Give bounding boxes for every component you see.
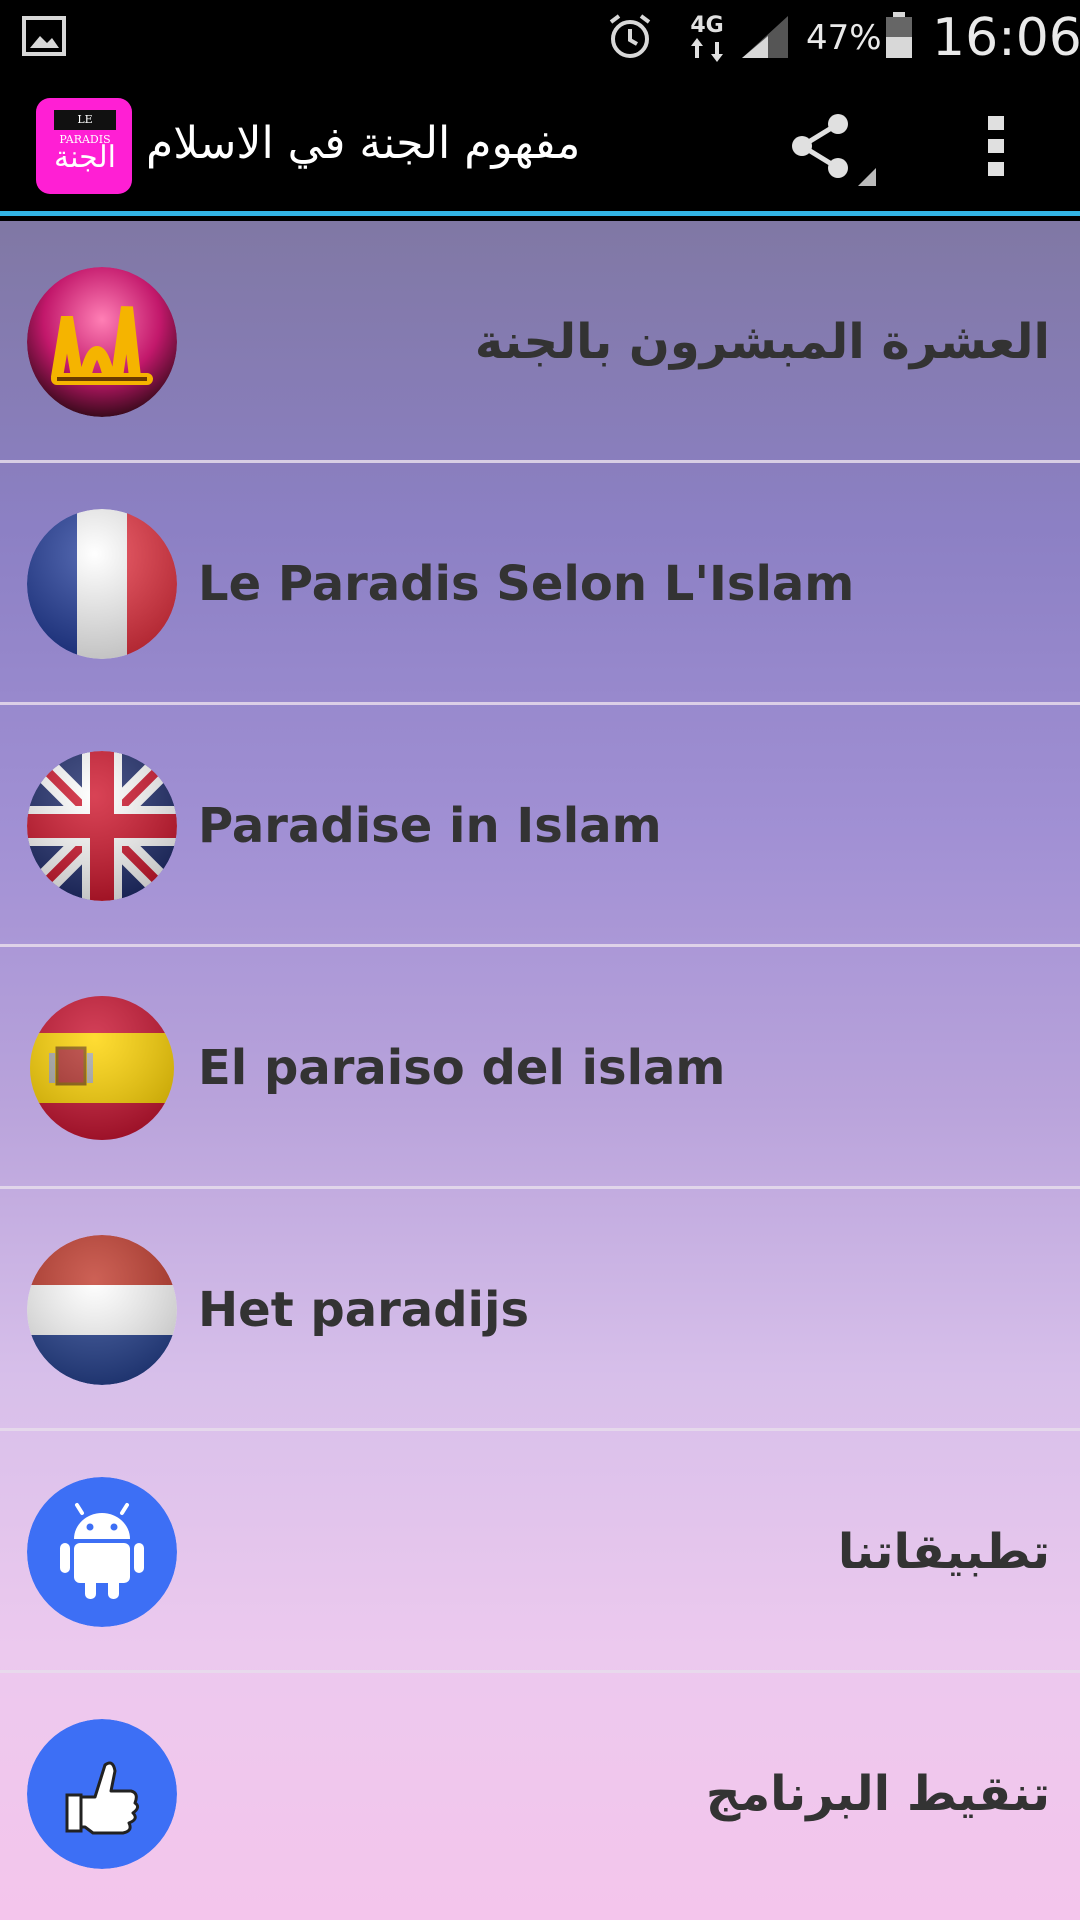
list-item-ten-promised-paradise[interactable]: العشرة المبشرون بالجنة [0,221,1080,463]
list-item-dutch[interactable]: Het paradijs [0,1189,1080,1431]
menu-list: العشرة المبشرون بالجنة Le Paradis Selon … [0,221,1080,1920]
gallery-icon [22,16,66,56]
list-item-french[interactable]: Le Paradis Selon L'Islam [0,463,1080,705]
svg-text:4G: 4G [690,13,723,38]
thumbs-up-icon [27,1719,177,1869]
share-icon[interactable] [780,106,880,186]
logo-text-top: LE PARADIS [54,110,116,146]
app-logo[interactable]: LE PARADIS الجنة [36,98,132,194]
list-item-label: El paraiso del islam [198,1040,726,1096]
action-bar: LE PARADIS الجنة مفهوم الجنة في الاسلام [0,76,1080,216]
spain-flag-icon [30,996,174,1140]
list-item-label: Het paradijs [198,1282,530,1338]
network-indicator: 4G [690,13,724,62]
app-title: مفهوم الجنة في الاسلام [146,118,581,169]
list-item-our-apps[interactable]: تطبيقاتنا [0,1431,1080,1673]
list-item-label: Paradise in Islam [198,798,662,854]
battery-percentage: 47% [806,18,882,58]
android-icon [27,1477,177,1627]
netherlands-flag-icon [27,1235,177,1385]
list-item-rate-app[interactable]: تنقيط البرنامج [0,1673,1080,1915]
list-item-label: تطبيقاتنا [837,1524,1050,1580]
list-item-english[interactable]: Paradise in Islam [0,705,1080,947]
signal-icon [742,16,788,58]
uk-flag-icon [27,751,177,901]
overflow-menu-icon[interactable] [960,106,1032,186]
list-item-label: Le Paradis Selon L'Islam [198,556,855,612]
status-bar: 4G 47% 16:06 [0,0,1080,76]
clock: 16:06 [932,8,1080,68]
paradise-calligraphy-icon [27,267,177,417]
list-item-label: تنقيط البرنامج [705,1766,1050,1822]
list-item-spanish[interactable]: El paraiso del islam [0,947,1080,1189]
france-flag-icon [27,509,177,659]
logo-text-script: الجنة [54,140,116,175]
alarm-icon [609,14,651,58]
list-item-label: العشرة المبشرون بالجنة [474,314,1050,370]
battery-icon [886,12,912,58]
